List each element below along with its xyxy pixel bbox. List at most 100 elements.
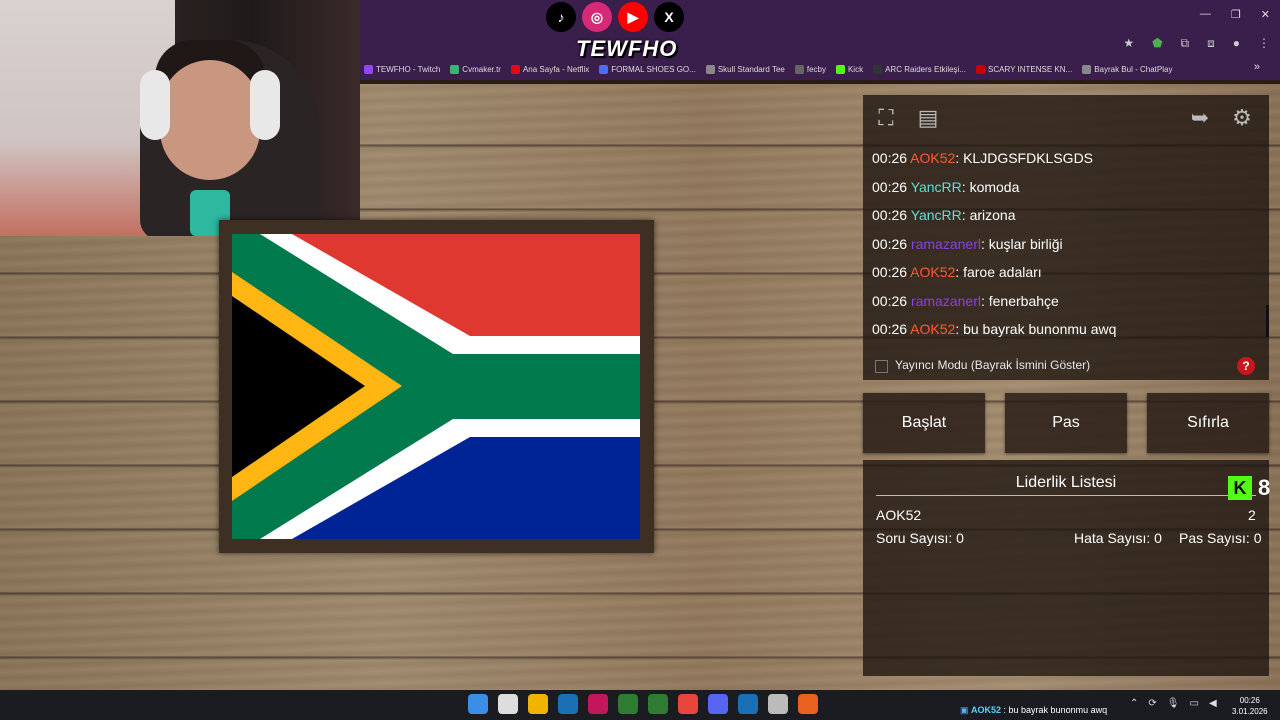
chevron-up-icon[interactable]: ⌃: [1130, 698, 1138, 709]
maximize-button[interactable]: ❐: [1231, 8, 1241, 21]
bookmark-label: Bayrak Bul - ChatPlay: [1094, 64, 1173, 74]
bookmark-item[interactable]: Cvmaker.tr: [450, 64, 501, 74]
question-count: Soru Sayısı: 0: [876, 530, 964, 546]
chat-message: 00:26 ramazanerl: fenerbahçe: [872, 291, 1262, 320]
taskbar-app-icon[interactable]: [528, 694, 548, 714]
flag-image: [232, 234, 640, 539]
chat-scrollbar[interactable]: [1266, 305, 1269, 337]
chat-time: 00:26: [872, 235, 908, 252]
webcam-feed: [0, 0, 360, 236]
bookmark-favicon-icon: [835, 64, 845, 74]
clock-time: 00:26: [1239, 696, 1260, 705]
bookmark-item[interactable]: SCARY INTENSE KN...: [976, 64, 1073, 74]
bookmark-item[interactable]: ARC Raiders Etkileşi...: [873, 64, 967, 74]
bookmark-label: SCARY INTENSE KN...: [988, 64, 1073, 74]
taskbar-app-icon[interactable]: [648, 694, 668, 714]
translate-icon[interactable]: ⧈: [1207, 36, 1215, 51]
chat-time: 00:26: [872, 178, 908, 195]
chat-message: 00:26 ramazanerl: kuşlar birliği: [872, 234, 1262, 263]
bookmark-item[interactable]: Ana Sayfa - Netflix: [510, 64, 589, 74]
start-button[interactable]: Başlat: [863, 393, 985, 453]
close-button[interactable]: ✕: [1261, 8, 1270, 21]
chat-text: bu bayrak bunonmu awq: [963, 321, 1117, 337]
speaker-icon[interactable]: ◀: [1209, 698, 1217, 709]
help-button[interactable]: ?: [1237, 357, 1255, 375]
chat-text: komoda: [969, 178, 1020, 195]
taskbar-app-icon[interactable]: [468, 694, 488, 714]
ticker-user: AOK52: [971, 705, 1002, 715]
taskbar-app-icon[interactable]: [558, 694, 578, 714]
chat-message: 00:26 YancRR: komoda: [872, 177, 1262, 206]
chat-text: arizona: [969, 207, 1016, 223]
chat-ticker-icon: ▣: [960, 705, 972, 715]
menu-icon[interactable]: ⋮: [1258, 36, 1270, 51]
bookmark-item[interactable]: Bayrak Bul - ChatPlay: [1082, 64, 1173, 74]
chat-separator: :: [961, 207, 970, 223]
bookmark-item[interactable]: TEWFHO - Twitch: [364, 64, 440, 74]
bookmark-item[interactable]: fecby: [794, 64, 826, 74]
leaderboard-panel: [863, 460, 1269, 676]
taskbar-app-icon[interactable]: [588, 694, 608, 714]
chat-text: KLJDGSFDKLSGDS: [963, 150, 1094, 166]
streamer-mode-checkbox[interactable]: [875, 360, 888, 373]
window-controls: — ❐ ✕: [1200, 8, 1270, 21]
chat-username: YancRR: [910, 178, 962, 195]
taskbar-app-icon[interactable]: [678, 694, 698, 714]
star-icon[interactable]: ★: [1123, 36, 1134, 51]
bookmark-favicon-icon: [705, 64, 715, 74]
x-icon[interactable]: X: [654, 2, 684, 32]
chat-time: 00:26: [872, 150, 908, 166]
taskbar-app-icon[interactable]: [738, 694, 758, 714]
brand-logo: TEWFHO: [576, 36, 678, 61]
profile-icon[interactable]: ●: [1233, 36, 1240, 51]
sync-icon[interactable]: ⟳: [1148, 698, 1156, 709]
kick-viewer-count: 8: [1258, 475, 1271, 500]
bookmark-label: ARC Raiders Etkileşi...: [885, 64, 967, 74]
taskbar-app-icon[interactable]: [618, 694, 638, 714]
ticker-text: : bu bayrak bunonmu awq: [1001, 705, 1108, 715]
taskbar-clock[interactable]: 00:26 3.01.2026: [1232, 695, 1268, 717]
fullscreen-icon[interactable]: ⛶: [871, 103, 901, 133]
document-icon[interactable]: ▤: [913, 103, 943, 133]
error-count: Hata Sayısı: 0: [1074, 530, 1162, 546]
reset-button[interactable]: Sıfırla: [1147, 393, 1269, 453]
mic-icon[interactable]: 🎙: [1167, 698, 1180, 709]
bookmark-item[interactable]: Kick: [835, 64, 863, 74]
taskbar-app-icon[interactable]: [798, 694, 818, 714]
chat-separator: :: [980, 235, 989, 252]
gear-icon[interactable]: ⚙: [1227, 103, 1257, 133]
taskbar-chat-ticker: ▣ AOK52 : bu bayrak bunonmu awq: [960, 705, 1107, 716]
taskbar-app-icon[interactable]: [768, 694, 788, 714]
more-bookmarks-button[interactable]: »: [1254, 61, 1260, 73]
instagram-icon[interactable]: ◎: [582, 2, 612, 32]
extensions-icon[interactable]: ⧉: [1181, 36, 1190, 51]
minimize-button[interactable]: —: [1200, 8, 1211, 21]
streamer-mode-label: Yayıncı Modu (Bayrak İsmini Göster): [895, 358, 1091, 372]
chat-text: fenerbahçe: [988, 292, 1059, 309]
leaderboard-entry-score: 2: [1248, 507, 1256, 523]
browser-titlebar: [360, 0, 1280, 30]
clock-date: 3.01.2026: [1232, 707, 1268, 716]
chat-separator: :: [961, 178, 970, 195]
headset-right: [250, 70, 280, 140]
chat-username: AOK52: [910, 264, 956, 280]
taskbar-app-icon[interactable]: [708, 694, 728, 714]
bookmark-item[interactable]: FORMAL SHOES GO...: [599, 64, 696, 74]
youtube-icon[interactable]: ▶: [618, 2, 648, 32]
pass-button[interactable]: Pas: [1005, 393, 1127, 453]
bookmarks-bar: TEWFHO - Twitch Cvmaker.tr Ana Sayfa - Net…: [360, 58, 1280, 80]
bookmark-label: fecby: [806, 64, 826, 74]
chat-list: 00:26 AOK52: KLJDGSFDKLSGDS 00:26 YancRR:…: [872, 148, 1262, 348]
leaderboard-title: Liderlik Listesi: [1015, 474, 1117, 491]
webcam-face: [160, 60, 260, 180]
bookmark-item[interactable]: Skull Standard Tee: [705, 64, 785, 74]
bookmark-favicon-icon: [976, 64, 986, 74]
tiktok-icon[interactable]: ♪: [546, 2, 576, 32]
chat-message: 00:26 YancRR: arizona: [872, 205, 1262, 234]
kick-icon: K: [1228, 476, 1252, 500]
shield-icon[interactable]: ⬟: [1152, 36, 1162, 51]
taskbar-app-icon[interactable]: [498, 694, 518, 714]
bookmark-favicon-icon: [510, 64, 520, 74]
display-icon[interactable]: ▭: [1189, 698, 1198, 709]
exit-icon[interactable]: ➥: [1185, 103, 1215, 133]
